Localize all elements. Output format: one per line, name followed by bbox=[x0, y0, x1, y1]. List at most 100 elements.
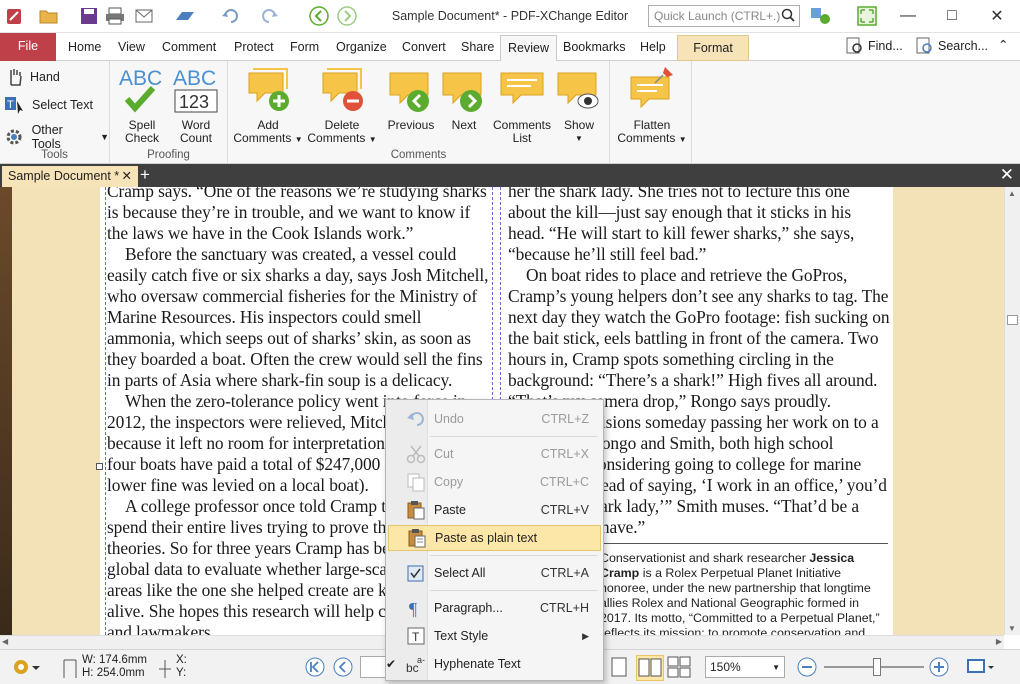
back-nav-icon[interactable] bbox=[308, 5, 330, 27]
redo-arrow-icon[interactable] bbox=[258, 5, 280, 27]
word-count-label-2: Count bbox=[179, 131, 213, 145]
svg-text:a-: a- bbox=[417, 655, 425, 665]
collapse-ribbon-icon[interactable]: ⌃ bbox=[998, 37, 1008, 52]
find-icon bbox=[846, 37, 862, 54]
flatten-comments-button[interactable]: Flatten Comments ▼ bbox=[616, 65, 688, 146]
svg-text:T: T bbox=[412, 630, 420, 644]
previous-comment-button[interactable]: Previous bbox=[384, 65, 438, 132]
search-button[interactable]: Search... bbox=[916, 37, 988, 55]
menu-separator bbox=[430, 555, 598, 556]
print-icon[interactable] bbox=[104, 5, 126, 27]
tab-review[interactable]: Review bbox=[500, 35, 557, 62]
two-page-view-button[interactable] bbox=[636, 655, 664, 681]
tools-group: Hand T Select Text Other Tools ▼ Tools bbox=[0, 61, 110, 164]
settings-gear-icon[interactable] bbox=[810, 5, 832, 27]
first-page-button[interactable] bbox=[304, 656, 326, 678]
menu-item-paste-plain-text[interactable]: Paste as plain text bbox=[388, 525, 601, 551]
proofing-group: ABC Spell Check ABC 123 Word Count Proofi… bbox=[110, 61, 228, 164]
zoom-slider-thumb[interactable] bbox=[873, 658, 881, 676]
scan-icon[interactable] bbox=[174, 5, 196, 27]
email-icon[interactable] bbox=[134, 5, 156, 27]
previous-page-button[interactable] bbox=[332, 656, 354, 678]
scroll-up-icon[interactable]: ▲ bbox=[1008, 189, 1016, 198]
x-readout: X: bbox=[176, 654, 187, 666]
zoom-out-button[interactable] bbox=[796, 656, 818, 678]
tab-organize[interactable]: Organize bbox=[329, 35, 394, 61]
options-gear-icon bbox=[14, 660, 40, 674]
tab-file[interactable]: File bbox=[0, 33, 56, 61]
spell-check-button[interactable]: ABC Spell Check bbox=[116, 65, 168, 145]
next-comment-button[interactable]: Next bbox=[438, 65, 490, 132]
menu-item-copy[interactable]: Copy CTRL+C bbox=[388, 469, 601, 495]
tab-view[interactable]: View bbox=[111, 35, 152, 61]
status-options-button[interactable] bbox=[10, 656, 40, 678]
menu-item-cut[interactable]: Cut CTRL+X bbox=[388, 441, 601, 467]
word-count-button[interactable]: ABC 123 Word Count bbox=[170, 65, 222, 145]
page-edge bbox=[0, 187, 12, 635]
crosshair-icon bbox=[159, 660, 171, 678]
delete-comments-label-2: Comments ▼ bbox=[307, 131, 377, 145]
menu-item-select-all[interactable]: Select All CTRL+A bbox=[388, 560, 601, 586]
new-tab-plus-icon[interactable]: + bbox=[140, 165, 150, 185]
other-tools-button[interactable]: Other Tools ▼ bbox=[4, 123, 109, 151]
vertical-scroll-thumb[interactable] bbox=[1007, 315, 1018, 325]
tab-format[interactable]: Format bbox=[677, 35, 749, 61]
tab-form[interactable]: Form bbox=[283, 35, 326, 61]
flatten-label-2: Comments ▼ bbox=[617, 131, 687, 145]
vertical-scrollbar[interactable]: ▲ ▼ bbox=[1004, 187, 1020, 635]
close-window-button[interactable]: ✕ bbox=[982, 4, 1012, 28]
show-dropdown-icon: ▼ bbox=[575, 134, 583, 143]
tab-protect[interactable]: Protect bbox=[227, 35, 281, 61]
menu-item-undo[interactable]: Undo CTRL+Z bbox=[388, 406, 601, 432]
menu-label: Paragraph... bbox=[434, 601, 503, 615]
scroll-left-icon[interactable]: ◀ bbox=[2, 637, 8, 646]
continuous-view-button[interactable] bbox=[666, 655, 692, 679]
document-tab[interactable]: Sample Document * ✕ bbox=[2, 166, 138, 187]
add-comments-button[interactable]: Add Comments ▼ bbox=[232, 65, 304, 146]
tab-help[interactable]: Help bbox=[633, 35, 673, 61]
tab-comment[interactable]: Comment bbox=[155, 35, 223, 61]
find-button[interactable]: Find... bbox=[846, 37, 903, 55]
comments-list-button[interactable]: Comments List bbox=[490, 65, 554, 145]
zoom-in-button[interactable] bbox=[928, 656, 950, 678]
close-document-icon[interactable]: ✕ bbox=[1000, 165, 1014, 185]
resize-handle[interactable] bbox=[96, 463, 103, 470]
display-options-button[interactable] bbox=[966, 656, 996, 678]
paste-plain-icon bbox=[403, 527, 431, 549]
show-comments-button[interactable]: Show ▼ bbox=[554, 65, 604, 145]
page-number-input[interactable] bbox=[360, 656, 386, 678]
two-page-icon bbox=[638, 658, 662, 677]
scroll-down-icon[interactable]: ▼ bbox=[1008, 624, 1016, 633]
save-icon[interactable] bbox=[78, 5, 100, 27]
scroll-right-icon[interactable]: ▶ bbox=[996, 637, 1002, 646]
svg-text:T: T bbox=[7, 99, 14, 111]
comments-list-icon bbox=[490, 65, 554, 119]
hand-tool-button[interactable]: Hand bbox=[6, 67, 60, 87]
menu-separator bbox=[430, 590, 598, 591]
zoom-select[interactable]: 150% ▼ bbox=[705, 656, 785, 678]
tab-home[interactable]: Home bbox=[61, 35, 108, 61]
single-page-view-button[interactable] bbox=[608, 655, 630, 679]
open-folder-icon[interactable] bbox=[38, 5, 60, 27]
delete-comments-button[interactable]: Delete Comments ▼ bbox=[306, 65, 378, 146]
zoom-value: 150% bbox=[710, 660, 741, 674]
fullscreen-icon[interactable] bbox=[856, 5, 878, 27]
menu-item-hyphenate-text[interactable]: ✔ bc a- Hyphenate Text bbox=[386, 651, 601, 677]
quick-launch-input[interactable]: Quick Launch (CTRL+.) bbox=[648, 5, 800, 27]
menu-item-paragraph[interactable]: ¶ Paragraph... CTRL+H bbox=[388, 595, 601, 621]
document-tab-close-icon[interactable]: ✕ bbox=[122, 168, 132, 183]
minimize-button[interactable]: — bbox=[893, 4, 923, 28]
tab-bookmarks[interactable]: Bookmarks bbox=[556, 35, 633, 61]
undo-arrow-icon[interactable] bbox=[220, 5, 242, 27]
tab-convert[interactable]: Convert bbox=[395, 35, 453, 61]
menu-item-paste[interactable]: Paste CTRL+V bbox=[388, 497, 601, 523]
menu-shortcut: CTRL+X bbox=[540, 447, 589, 461]
tab-share[interactable]: Share bbox=[454, 35, 501, 61]
page-size-readout: W: 174.6mm H: 254.0mm bbox=[62, 654, 147, 680]
menu-item-text-style[interactable]: T Text Style ▶ bbox=[388, 623, 601, 649]
tools-group-label: Tools bbox=[41, 149, 68, 161]
app-logo-icon[interactable] bbox=[4, 5, 26, 27]
maximize-button[interactable]: □ bbox=[937, 4, 967, 28]
previous-label: Previous bbox=[387, 118, 435, 132]
select-text-button[interactable]: T Select Text bbox=[4, 95, 93, 115]
